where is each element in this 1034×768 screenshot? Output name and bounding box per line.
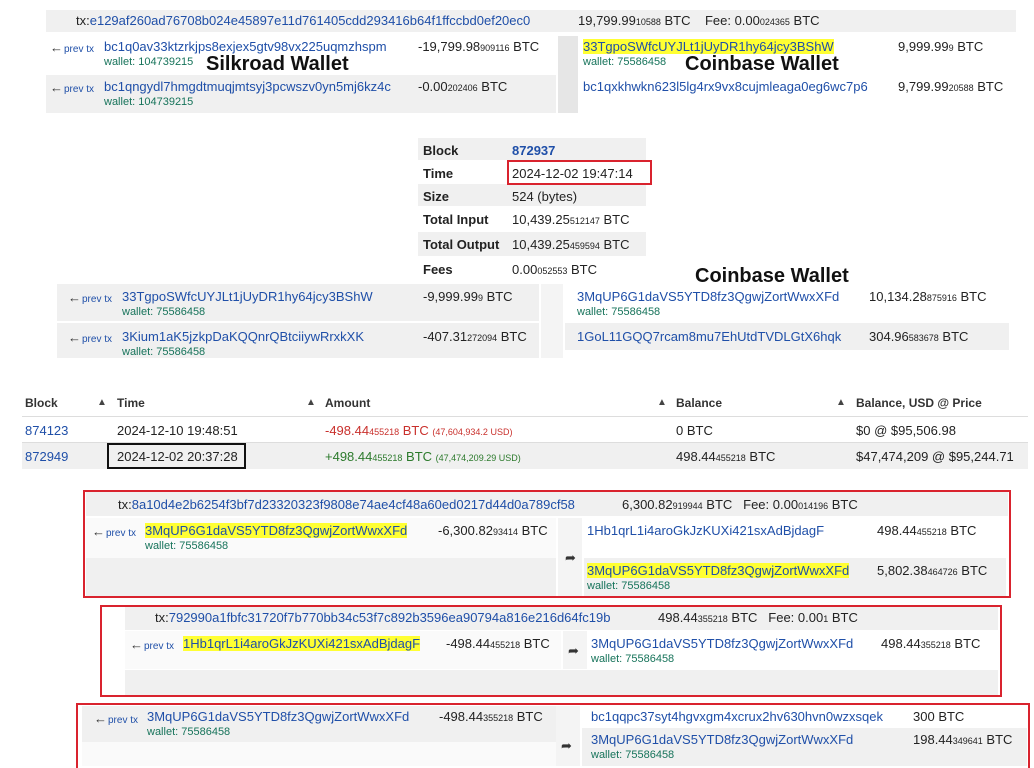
col-time-header[interactable]: Time bbox=[117, 396, 145, 410]
tx2-in1-amount: -9,999.999 BTC bbox=[423, 289, 513, 304]
time-label: Time bbox=[423, 166, 454, 181]
total-output-value: 10,439.25459594 BTC bbox=[512, 237, 630, 252]
tx1-total: 19,799.9910588 BTC Fee: 0.00024365 BTC bbox=[578, 13, 820, 28]
tx2-in2-address[interactable]: 3Kium1aK5jzkpDaKQQnrQBtciiywRrxkXK bbox=[122, 329, 364, 344]
tx2-out2-amount: 304.96583678 BTC bbox=[869, 329, 969, 344]
coinbase-wallet-label-1: Coinbase Wallet bbox=[685, 53, 839, 75]
sort-icon[interactable]: ▲ bbox=[97, 397, 107, 408]
sort-icon[interactable]: ▲ bbox=[306, 397, 316, 408]
tx1-out1-address[interactable]: 33TgpoSWfcUYJLt1jUyDR1hy64jcy3BShW bbox=[583, 39, 834, 54]
tx1-in1-address[interactable]: bc1q0av33ktzrkjps8exjex5gtv98vx225uqmzhs… bbox=[104, 39, 387, 54]
tx2-in1-prev[interactable]: ←prev tx bbox=[68, 290, 112, 305]
history-row-2-block[interactable]: 872949 bbox=[25, 449, 68, 464]
col-amount-header[interactable]: Amount bbox=[325, 396, 370, 410]
tx1-in2-prev[interactable]: ←prev tx bbox=[50, 80, 94, 95]
history-row-2-balance: 498.44455218 BTC bbox=[676, 449, 776, 464]
tx1-header-text: tx:e129af260ad76708b024e45897e11d761405c… bbox=[76, 13, 531, 28]
tx1-in1-amount: -19,799.98909116 BTC bbox=[418, 39, 540, 54]
tx1-in2-address[interactable]: bc1qngydl7hmgdtmuqjmtsyj3pcwszv0yn5mj6kz… bbox=[104, 79, 391, 94]
history-row-1-balance: 0 BTC bbox=[676, 423, 713, 438]
left-arrow-icon: ← bbox=[50, 80, 63, 95]
sort-icon[interactable]: ▲ bbox=[836, 397, 846, 408]
tx1-in1-prev[interactable]: ←prev tx bbox=[50, 40, 94, 55]
history-row-2-usd: $47,474,209 @ $95,244.71 bbox=[856, 449, 1014, 464]
tx2-in1-address[interactable]: 33TgpoSWfcUYJLt1jUyDR1hy64jcy3BShW bbox=[122, 289, 373, 304]
total-input-value: 10,439.25512147 BTC bbox=[512, 212, 630, 227]
fees-label: Fees bbox=[423, 262, 453, 277]
tx1-txid-link[interactable]: e129af260ad76708b024e45897e11d761405cdd2… bbox=[90, 13, 531, 28]
tx2-in1-wallet[interactable]: wallet: 75586458 bbox=[122, 306, 205, 318]
tx1-divider bbox=[558, 36, 578, 113]
sort-icon[interactable]: ▲ bbox=[657, 397, 667, 408]
history-row-1-time: 2024-12-10 19:48:51 bbox=[117, 423, 238, 438]
tx2-in2-amount: -407.31272094 BTC bbox=[423, 329, 527, 344]
tx2-out2-address[interactable]: 1GoL11GQQ7rcam8mu7EhUtdTVDLGtX6hqk bbox=[577, 329, 841, 344]
col-block-header[interactable]: Block bbox=[25, 396, 58, 410]
left-arrow-icon: ← bbox=[68, 330, 81, 345]
tx1-in1-wallet[interactable]: wallet: 104739215 bbox=[104, 56, 193, 68]
tx1-in2-wallet[interactable]: wallet: 104739215 bbox=[104, 96, 193, 108]
history-row-2-amount: +498.44455218 BTC (47,474,209.29 USD) bbox=[325, 449, 521, 464]
tx2-out1-address[interactable]: 3MqUP6G1daVS5YTD8fz3QgwjZortWwxXFd bbox=[577, 289, 839, 304]
history-row-1-usd: $0 @ $95,506.98 bbox=[856, 423, 956, 438]
tx1-out2-address[interactable]: bc1qxkhwkn623l5lg4rx9vx8cujmleaga0eg6wc7… bbox=[583, 79, 868, 94]
tx1-out1-wallet[interactable]: wallet: 75586458 bbox=[583, 56, 666, 68]
size-label: Size bbox=[423, 189, 450, 204]
silkroad-wallet-label: Silkroad Wallet bbox=[206, 53, 349, 75]
history-row-1-amount: -498.44455218 BTC (47,604,934.2 USD) bbox=[325, 423, 513, 438]
tx2-out1-wallet[interactable]: wallet: 75586458 bbox=[577, 306, 660, 318]
tx2-in2-wallet[interactable]: wallet: 75586458 bbox=[122, 346, 205, 358]
tx2-out1-amount: 10,134.28875916 BTC bbox=[869, 289, 987, 304]
col-balance-usd-header[interactable]: Balance, USD @ Price bbox=[856, 396, 982, 410]
fees-value: 0.00052553 BTC bbox=[512, 262, 597, 277]
tx1-out2-amount: 9,799.9920588 BTC bbox=[898, 79, 1004, 94]
tx2-in2-prev[interactable]: ←prev tx bbox=[68, 330, 112, 345]
tx1-in2-amount: -0.00202406 BTC bbox=[418, 79, 508, 94]
tx4-highlight-box bbox=[100, 605, 1002, 697]
total-input-label: Total Input bbox=[423, 212, 489, 227]
block-number-link[interactable]: 872937 bbox=[512, 143, 555, 158]
time-highlight-box-black bbox=[107, 443, 246, 469]
tx2-divider bbox=[541, 284, 563, 358]
size-value: 524 (bytes) bbox=[512, 189, 578, 204]
tx1-out1-amount: 9,999.999 BTC bbox=[898, 39, 984, 54]
total-output-label: Total Output bbox=[423, 237, 500, 252]
tx5-highlight-box bbox=[76, 703, 1030, 768]
tx3-highlight-box bbox=[83, 490, 1011, 598]
left-arrow-icon: ← bbox=[50, 40, 63, 55]
time-highlight-box bbox=[507, 160, 652, 185]
history-row-1-block[interactable]: 874123 bbox=[25, 423, 68, 438]
block-label: Block bbox=[423, 143, 459, 158]
left-arrow-icon: ← bbox=[68, 290, 81, 305]
col-balance-header[interactable]: Balance bbox=[676, 396, 722, 410]
